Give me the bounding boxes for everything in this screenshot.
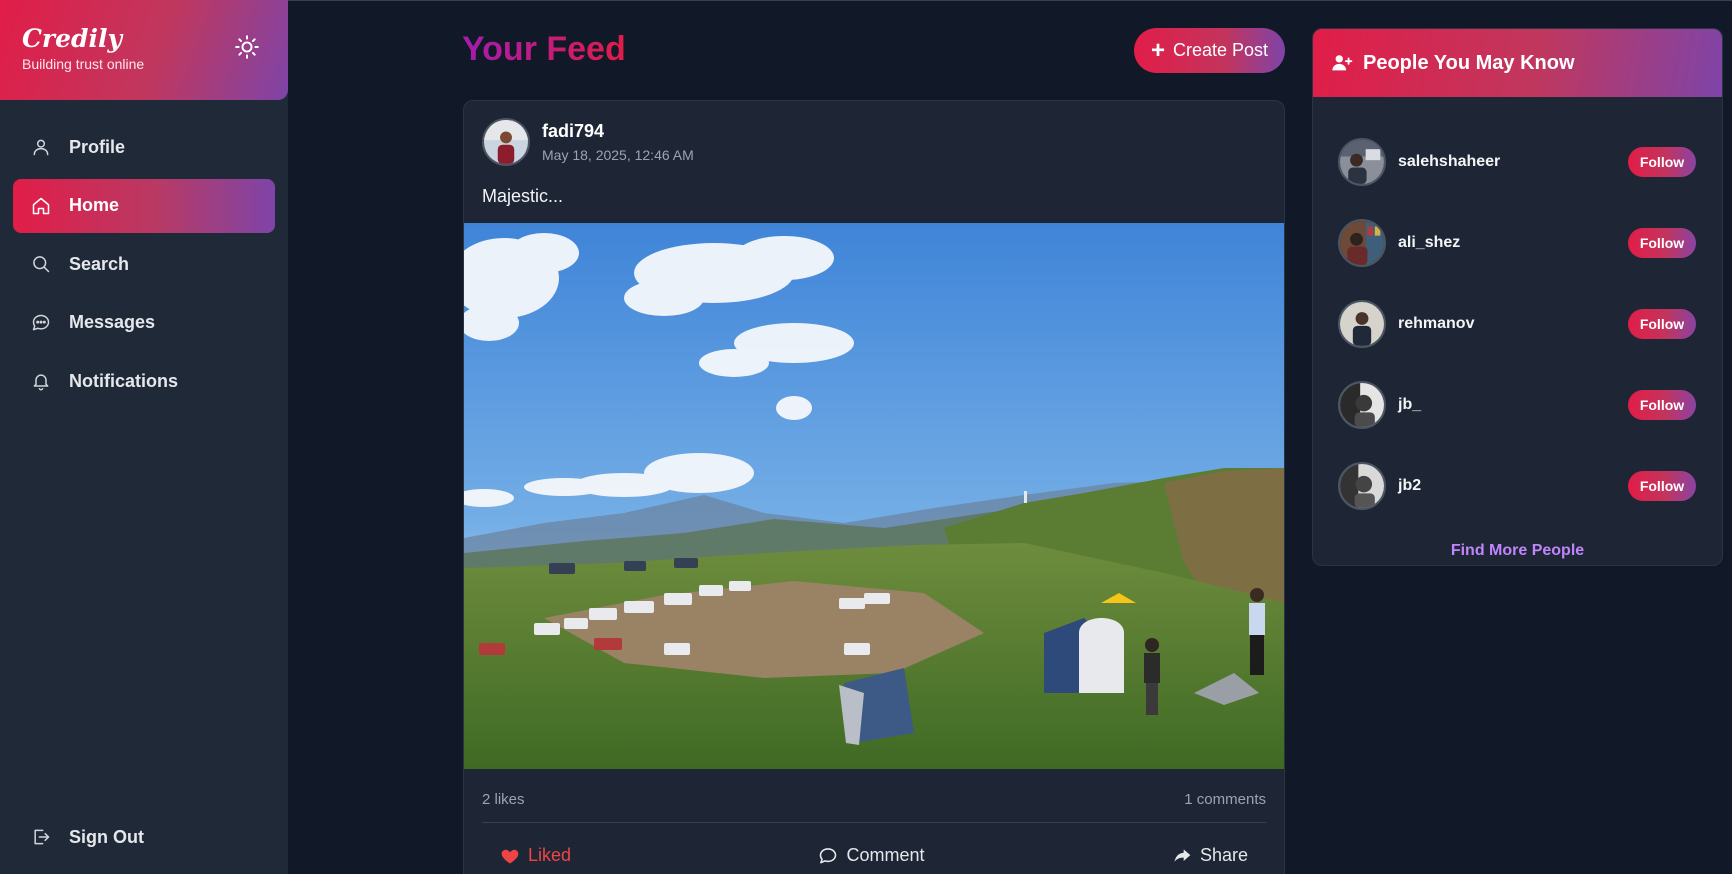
nav-item-label: Messages (69, 312, 156, 332)
sidebar: Credily Building trust online Profile Ho… (0, 0, 288, 874)
person-name[interactable]: jb_ (1398, 396, 1628, 414)
nav-item-label: Notifications (69, 370, 179, 391)
avatar[interactable] (1338, 380, 1386, 429)
person-name[interactable]: rehmanov (1398, 315, 1628, 333)
plus-icon: + (1150, 36, 1165, 64)
comment-icon (820, 847, 837, 863)
theme-toggle-button[interactable] (234, 34, 260, 60)
page-title: Your Feed (462, 30, 626, 68)
follow-button[interactable]: Follow (1628, 389, 1696, 420)
nav-item-label: Search (69, 253, 130, 274)
follow-button[interactable]: Follow (1628, 308, 1696, 339)
create-post-button[interactable]: + Create Post (1134, 28, 1285, 73)
list-item: jb_ Follow (1313, 364, 1722, 445)
list-item: salehshaheer Follow (1313, 121, 1722, 202)
home-icon (29, 194, 53, 218)
nav-item-search[interactable]: Search (13, 237, 275, 291)
main-nav: Profile Home Search Messages Notificatio… (0, 100, 288, 413)
follow-button[interactable]: Follow (1628, 146, 1696, 177)
avatar[interactable] (482, 118, 530, 166)
like-label: Liked (528, 845, 572, 865)
bell-icon (29, 369, 53, 393)
search-icon (29, 252, 53, 276)
person-name[interactable]: salehshaheer (1398, 153, 1628, 171)
follow-button[interactable]: Follow (1628, 470, 1696, 501)
people-panel-title: People You May Know (1363, 51, 1575, 74)
sign-out-button[interactable]: Sign Out (13, 812, 275, 862)
post-header: fadi794 May 18, 2025, 12:46 AM (482, 118, 694, 166)
list-item: ali_shez Follow (1313, 202, 1722, 283)
sign-out-label: Sign Out (69, 826, 144, 847)
nav-item-profile[interactable]: Profile (13, 120, 275, 174)
post-username[interactable]: fadi794 (542, 121, 694, 142)
brand-header: Credily Building trust online (0, 0, 288, 100)
message-icon (29, 311, 53, 335)
nav-item-notifications[interactable]: Notifications (13, 354, 275, 408)
brand-logo[interactable]: Credily (22, 26, 268, 52)
follow-button[interactable]: Follow (1628, 227, 1696, 258)
comment-label: Comment (846, 845, 925, 865)
list-item: jb2 Follow (1313, 445, 1722, 526)
post-timestamp: May 18, 2025, 12:46 AM (542, 147, 694, 163)
create-post-label: Create Post (1172, 40, 1269, 60)
add-user-icon (1332, 55, 1353, 71)
share-button[interactable]: Share (1154, 845, 1266, 866)
nav-item-messages[interactable]: Messages (13, 296, 275, 350)
likes-count[interactable]: 2 likes (482, 791, 525, 808)
find-more-people-link[interactable]: Find More People (1313, 542, 1722, 560)
list-item: rehmanov Follow (1313, 283, 1722, 364)
comment-button[interactable]: Comment (800, 845, 942, 866)
post-image[interactable] (464, 223, 1285, 769)
people-list: salehshaheer Follow ali_shez Follow rehm… (1313, 97, 1722, 526)
nav-item-label: Home (69, 195, 120, 215)
share-label: Share (1199, 845, 1248, 865)
people-panel-header: People You May Know (1313, 29, 1722, 97)
people-you-may-know-panel: People You May Know salehshaheer Follow … (1312, 28, 1723, 566)
sun-icon (235, 35, 259, 59)
nav-item-label: Profile (69, 136, 126, 157)
post-actions: Liked Comment Share (482, 845, 1266, 866)
person-name[interactable]: jb2 (1398, 477, 1628, 495)
heart-icon (501, 849, 519, 863)
avatar[interactable] (1338, 137, 1386, 186)
avatar[interactable] (1338, 461, 1386, 510)
user-icon (29, 135, 53, 159)
avatar[interactable] (1338, 218, 1386, 267)
comments-count[interactable]: 1 comments (1184, 791, 1266, 808)
post-text: Majestic... (482, 186, 564, 206)
post-stats: 2 likes 1 comments (482, 791, 1266, 823)
share-icon (1174, 848, 1191, 862)
nav-item-home[interactable]: Home (13, 178, 275, 233)
avatar[interactable] (1338, 299, 1386, 348)
brand-tagline: Building trust online (22, 56, 145, 72)
sign-out-icon (29, 825, 53, 849)
person-name[interactable]: ali_shez (1398, 234, 1628, 252)
post-card: fadi794 May 18, 2025, 12:46 AM Majestic.… (463, 100, 1285, 874)
like-button[interactable]: Liked (482, 845, 589, 866)
